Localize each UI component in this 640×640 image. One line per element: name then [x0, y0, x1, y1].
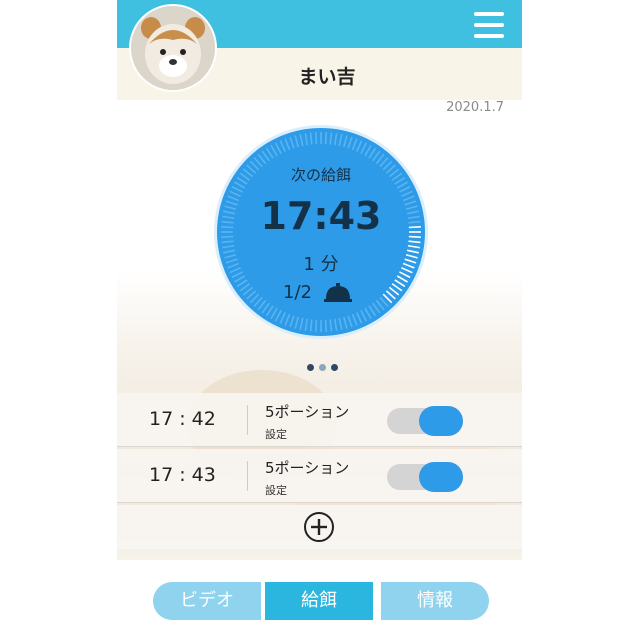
dial-tick [299, 317, 304, 330]
schedule-setting-label[interactable]: 設定 [265, 426, 287, 442]
dial-tick [347, 315, 353, 328]
dial-tick [351, 313, 358, 326]
feeding-count: 1/2 [283, 280, 373, 306]
page-dot[interactable] [331, 364, 338, 371]
dial-tick [372, 150, 381, 162]
dial-tick [270, 144, 278, 157]
dial-tick [356, 140, 363, 152]
page-dot[interactable] [319, 364, 326, 371]
dial-tick [329, 132, 333, 145]
bottom-tab-bar: ビデオ 給餌 情報 [153, 582, 489, 620]
dial-tick [221, 240, 234, 244]
schedule-portion: 5ポーション [265, 459, 350, 477]
tab-info[interactable]: 情報 [381, 582, 489, 620]
dial-tick [324, 132, 328, 145]
next-feeding-title: 次の給餌 [290, 166, 351, 184]
dial-tick [294, 316, 299, 329]
feeding-count-text: 1/2 [283, 282, 312, 303]
dial-tick [408, 240, 421, 244]
pet-name: まい吉 [298, 66, 356, 88]
schedule-setting-label[interactable]: 設定 [265, 482, 287, 498]
next-feeding-dial[interactable]: 次の給餌 17:43 1 分 1/2 [217, 128, 425, 336]
dial-tick [338, 134, 343, 147]
dial-tick [368, 147, 377, 159]
schedule-row[interactable]: 17 : 42 5ポーション 設定 [117, 393, 522, 447]
dial-tick [304, 133, 309, 146]
dial-tick [314, 132, 318, 145]
page-indicator [303, 364, 343, 372]
schedule-portion: 5ポーション [265, 403, 350, 421]
dial-tick [274, 142, 282, 154]
schedule-toggle[interactable] [387, 462, 463, 492]
dial-tick [329, 319, 333, 332]
dial-tick [309, 132, 313, 145]
schedule-toggle[interactable] [387, 406, 463, 436]
schedule-row[interactable]: 17 : 43 5ポーション 設定 [117, 449, 522, 503]
dial-tick [407, 244, 420, 249]
page-dot[interactable] [307, 364, 314, 371]
dial-tick [343, 135, 348, 148]
pet-avatar[interactable] [129, 4, 217, 92]
dial-tick [394, 279, 406, 288]
dial-tick [364, 307, 372, 320]
dial-tick [333, 133, 338, 146]
hamburger-menu-icon[interactable] [474, 12, 504, 38]
dial-tick [396, 275, 409, 283]
dial-tick [233, 275, 246, 283]
dial-tick [356, 312, 363, 324]
dial-tick [279, 140, 286, 152]
dial-tick [261, 150, 270, 162]
dial-tick [372, 302, 381, 314]
dial-tick [236, 279, 248, 288]
dial-tick [222, 244, 235, 249]
schedule-time: 17 : 42 [149, 408, 216, 430]
dial-tick [265, 147, 274, 159]
dial-tick [261, 302, 270, 314]
dial-tick [309, 319, 313, 332]
dial-tick [351, 138, 358, 151]
date-label: 2020.1.7 [446, 100, 504, 115]
dial-tick [343, 316, 348, 329]
schedule-time: 17 : 43 [149, 464, 216, 486]
dial-tick [284, 313, 291, 326]
dial-tick [270, 307, 278, 320]
dial-tick [314, 319, 318, 332]
dial-tick [338, 317, 343, 330]
dial-tick [274, 310, 282, 322]
dial-tick [299, 134, 304, 147]
dial-tick [391, 283, 403, 292]
dial-tick [265, 305, 274, 317]
tab-video[interactable]: ビデオ [153, 582, 261, 620]
pet-avatar-photo [131, 6, 215, 90]
plus-circle-icon[interactable] [303, 511, 335, 543]
dial-tick [231, 185, 243, 193]
dial-tick [333, 318, 338, 331]
dial-tick [364, 144, 372, 157]
dial-tick [368, 305, 377, 317]
dial-tick [360, 142, 368, 154]
dial-tick [289, 315, 295, 328]
food-bowl-icon [324, 283, 352, 302]
dial-tick [347, 136, 353, 149]
dial-tick [324, 319, 328, 332]
dial-tick [304, 318, 309, 331]
dial-tick [399, 185, 411, 193]
next-feeding-time: 17:43 [260, 194, 382, 238]
tab-feeding[interactable]: 給餌 [265, 582, 373, 620]
feeding-duration: 1 分 [303, 254, 339, 275]
add-schedule-row [117, 505, 522, 549]
dial-tick [289, 136, 295, 149]
dial-tick [239, 283, 251, 292]
dial-tick [360, 310, 368, 322]
dial-tick [279, 312, 286, 324]
feeder-app: 2020.1.7 まい吉 次の給餌 17:43 1 分 1/2 17: 42 … [117, 0, 522, 640]
dial-tick [284, 138, 291, 151]
dial-tick [294, 135, 299, 148]
